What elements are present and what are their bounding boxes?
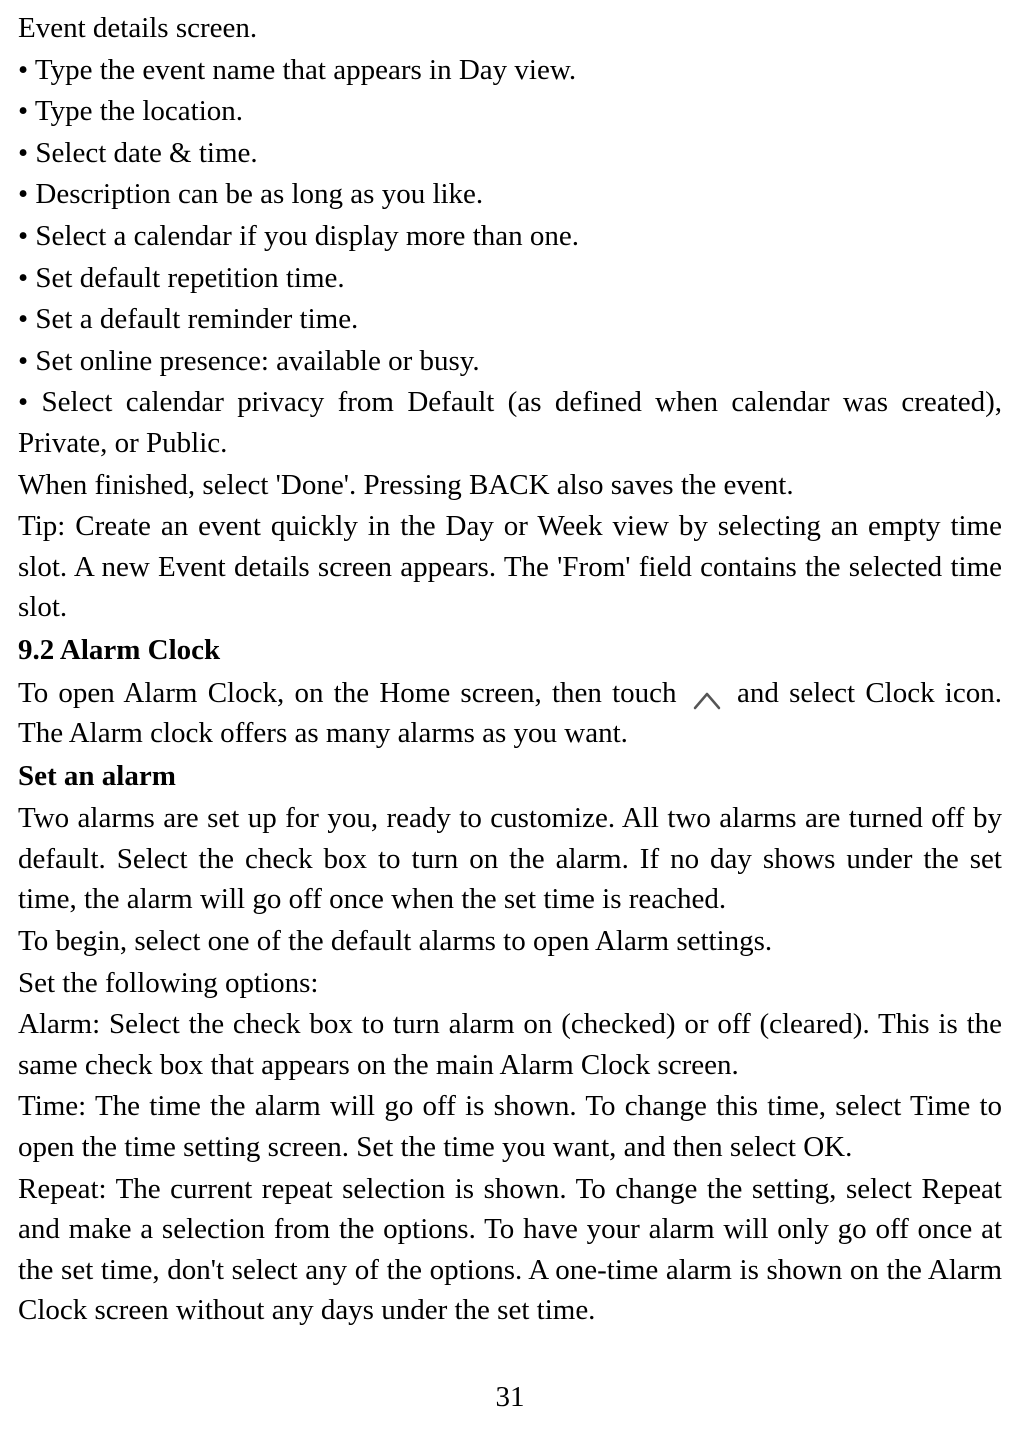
set-alarm-heading: Set an alarm xyxy=(18,756,1002,797)
option-time-paragraph: Time: The time the alarm will go off is … xyxy=(18,1086,1002,1167)
bullet-item: • Select date & time. xyxy=(18,133,1002,174)
bullet-item: • Set a default reminder time. xyxy=(18,299,1002,340)
bullet-item: • Select a calendar if you display more … xyxy=(18,216,1002,257)
up-caret-icon xyxy=(691,683,723,707)
tip-paragraph: Tip: Create an event quickly in the Day … xyxy=(18,506,1002,628)
option-alarm-paragraph: Alarm: Select the check box to turn alar… xyxy=(18,1004,1002,1085)
bullet-item: • Description can be as long as you like… xyxy=(18,174,1002,215)
section-heading-9-2: 9.2 Alarm Clock xyxy=(18,630,1002,671)
bullet-item: • Set default repetition time. xyxy=(18,258,1002,299)
option-repeat-paragraph: Repeat: The current repeat selection is … xyxy=(18,1169,1002,1331)
page-number: 31 xyxy=(0,1377,1020,1418)
document-page: Event details screen. • Type the event n… xyxy=(18,8,1002,1331)
bullet-item: • Type the location. xyxy=(18,91,1002,132)
intro-line: Event details screen. xyxy=(18,8,1002,49)
bullet-item: • Select calendar privacy from Default (… xyxy=(18,382,1002,463)
bullet-item: • Set online presence: available or busy… xyxy=(18,341,1002,382)
set-alarm-paragraph-3: Set the following options: xyxy=(18,963,1002,1004)
set-alarm-paragraph-1: Two alarms are set up for you, ready to … xyxy=(18,798,1002,920)
set-alarm-paragraph-2: To begin, select one of the default alar… xyxy=(18,921,1002,962)
alarm-open-paragraph: To open Alarm Clock, on the Home screen,… xyxy=(18,673,1002,754)
when-finished-paragraph: When finished, select 'Done'. Pressing B… xyxy=(18,465,1002,506)
alarm-open-text-pre: To open Alarm Clock, on the Home screen,… xyxy=(18,677,687,709)
bullet-item: • Type the event name that appears in Da… xyxy=(18,50,1002,91)
